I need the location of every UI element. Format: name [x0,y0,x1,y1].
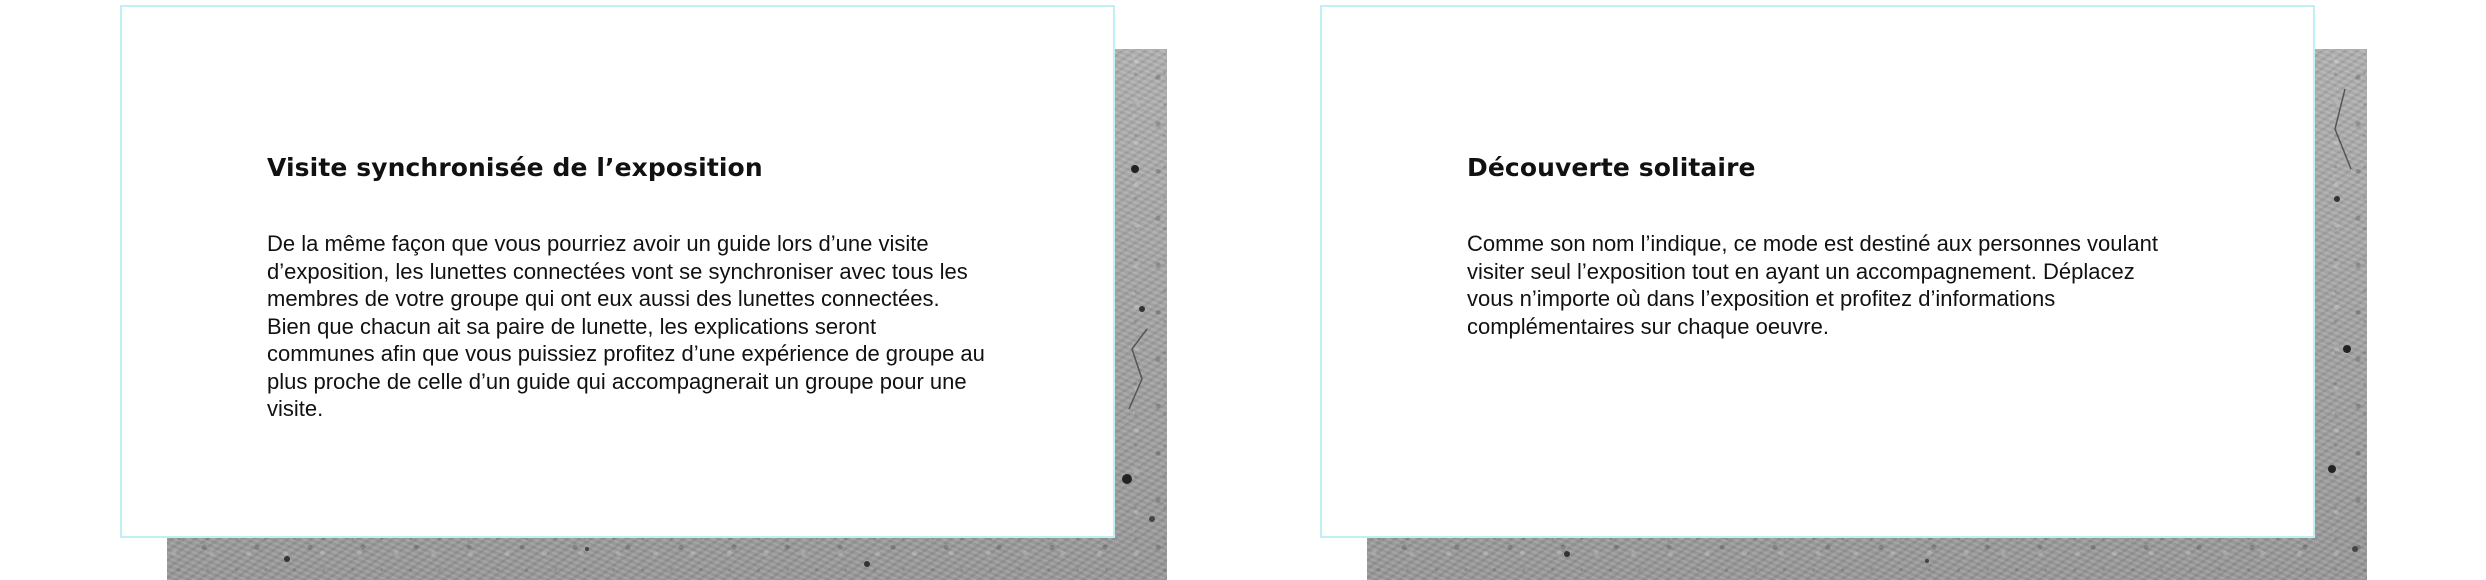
card-title: Découverte solitaire [1467,153,1756,182]
page: Visite synchronisée de l’exposition De l… [0,0,2486,580]
card-title: Visite synchronisée de l’exposition [267,153,763,182]
card-description: De la même façon que vous pourriez avoir… [267,231,985,421]
mode-card-solo: Découverte solitaire Comme son nom l’ind… [1320,5,2315,538]
mode-card-synchronized: Visite synchronisée de l’exposition De l… [120,5,1115,538]
card-description: Comme son nom l’indique, ce mode est des… [1467,231,2158,339]
